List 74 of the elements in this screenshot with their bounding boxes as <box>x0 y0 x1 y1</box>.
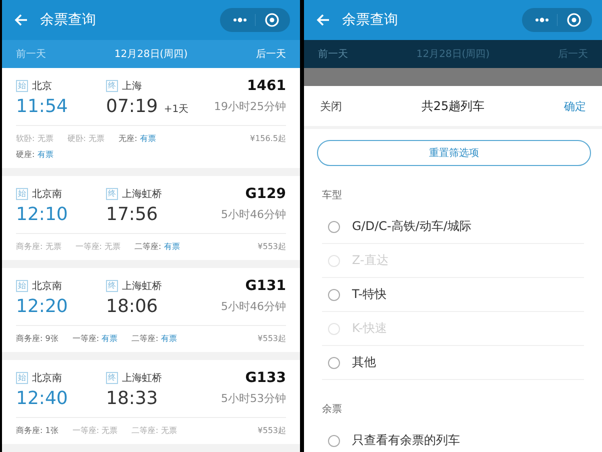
station-name: 北京 <box>32 80 52 93</box>
end-tag: 终 <box>106 188 118 200</box>
arrival-time: 18:06 <box>106 296 158 317</box>
end-tag: 终 <box>106 80 118 92</box>
page-title: 余票查询 <box>342 11 399 29</box>
page-title: 余票查询 <box>40 11 97 29</box>
radio-icon[interactable] <box>328 220 340 232</box>
arrival-time: 18:33 <box>106 388 158 409</box>
seat-availability: 一等座: 有票 <box>72 333 118 344</box>
duration: 5小时46分钟 <box>221 207 286 222</box>
seat-availability: 硬卧: 无票 <box>67 133 104 144</box>
station-name: 北京南 <box>32 280 62 293</box>
next-day-note: +1天 <box>164 103 189 116</box>
filter-option[interactable]: 其他 <box>322 346 584 380</box>
start-tag: 始 <box>16 280 28 292</box>
station-name: 北京南 <box>32 188 62 201</box>
train-card[interactable]: 始 北京南 终 上海虹桥 G129 12:10 17:56 5小时46分钟 商务座: 无票 一等座: 无票 二等座: 有票 ¥553起 <box>2 176 300 260</box>
station-name: 北京南 <box>32 372 62 385</box>
departure-time: 11:54 <box>16 96 69 117</box>
station-name: 上海虹桥 <box>122 280 162 293</box>
price: ¥156.5起 <box>250 133 286 144</box>
seat-availability: 商务座: 1张 <box>16 425 58 436</box>
departure-time: 12:40 <box>16 388 69 409</box>
seat-availability: 二等座: 有票 <box>132 333 177 344</box>
confirm-link[interactable]: 确定 <box>564 98 586 114</box>
train-number: 1461 <box>246 78 286 94</box>
seat-availability: 二等座: 有票 <box>134 241 180 252</box>
price: ¥553起 <box>258 333 286 344</box>
back-icon[interactable] <box>316 13 330 27</box>
close-link[interactable]: 关闭 <box>320 98 342 114</box>
sheet-title: 共25趟列车 <box>421 98 485 114</box>
back-icon[interactable] <box>14 13 28 27</box>
price: ¥553起 <box>258 425 286 436</box>
date-label: 12月28日(周四) <box>416 48 490 61</box>
train-number: G131 <box>244 278 286 294</box>
seat-availability: 一等座: 无票 <box>72 425 118 436</box>
station-name: 上海虹桥 <box>122 372 162 385</box>
filter-option[interactable]: G/D/C-高铁/动车/城际 <box>322 210 584 244</box>
filter-option[interactable]: T-特快 <box>322 278 584 312</box>
station-name: 上海 <box>122 80 142 93</box>
reset-button[interactable]: 重置筛选项 <box>317 140 591 166</box>
start-tag: 始 <box>16 188 28 200</box>
section-title: 余票 <box>322 403 343 417</box>
seat-availability: 一等座: 无票 <box>75 241 120 252</box>
filter-option[interactable]: 只查看有余票的列车 <box>322 424 584 452</box>
seat-availability: 商务座: 9张 <box>16 333 58 344</box>
start-tag: 始 <box>16 80 28 92</box>
train-card[interactable]: 始 北京 终 上海 1461 11:54 07:19 +1天 19小时25分钟 软卧: 无票 硬卧: 无票 无座: 有票 硬座: 有票 ¥156.5起 <box>2 68 300 168</box>
section-title: 车型 <box>322 188 343 203</box>
start-tag: 始 <box>16 372 28 384</box>
train-card[interactable]: 始 北京南 终 上海虹桥 G133 12:40 18:33 5小时53分钟 商务座: 1张 一等座: 无票 二等座: 无票 ¥553起 <box>2 360 300 444</box>
seat-availability: 商务座: 无票 <box>16 241 62 252</box>
departure-time: 12:20 <box>16 296 69 317</box>
end-tag: 终 <box>106 280 118 292</box>
radio-icon[interactable] <box>328 434 340 446</box>
arrival-time: 07:19 <box>106 96 158 117</box>
duration: 19小时25分钟 <box>214 99 286 114</box>
departure-time: 12:10 <box>16 204 69 225</box>
station-name: 上海虹桥 <box>122 188 162 201</box>
price: ¥553起 <box>258 241 286 252</box>
seat-availability: 硬座: 有票 <box>16 149 54 160</box>
train-card[interactable]: 始 北京南 终 上海虹桥 G131 12:20 18:06 5小时46分钟 商务座: 9张 一等座: 有票 二等座: 有票 ¥553起 <box>2 268 300 352</box>
arrival-time: 17:56 <box>106 204 158 225</box>
seat-availability: 软卧: 无票 <box>16 133 54 144</box>
duration: 5小时53分钟 <box>221 391 286 406</box>
radio-icon[interactable] <box>328 288 340 300</box>
end-tag: 终 <box>106 372 118 384</box>
seat-availability: 二等座: 无票 <box>132 425 177 436</box>
radio-icon[interactable] <box>328 356 340 368</box>
train-number: G129 <box>244 186 286 202</box>
train-number: G133 <box>244 370 286 386</box>
duration: 5小时46分钟 <box>221 299 286 314</box>
seat-availability: 无座: 有票 <box>118 133 156 144</box>
date-label: 12月28日(周四) <box>114 48 188 61</box>
